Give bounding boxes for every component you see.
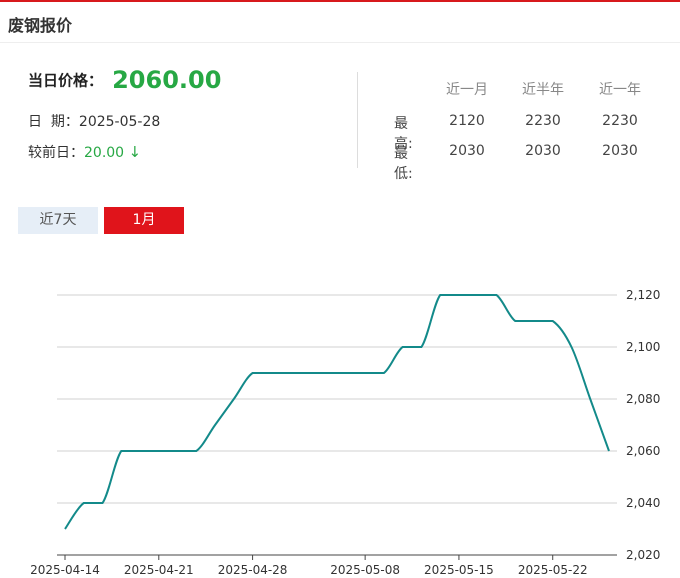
y-tick-label: 2,120	[626, 288, 660, 302]
data-point[interactable]	[474, 291, 482, 299]
diff-value: 20.00	[84, 145, 125, 161]
data-point[interactable]	[324, 369, 332, 377]
data-point[interactable]	[605, 447, 613, 455]
x-tick-label: 2025-05-08	[330, 563, 400, 577]
data-point[interactable]	[230, 395, 238, 403]
stats-high-year: 2230	[602, 113, 638, 129]
data-point[interactable]	[136, 447, 144, 455]
data-point[interactable]	[492, 291, 500, 299]
diff-line: 较前日：20.00 ↓	[28, 142, 141, 162]
stats-high-halfyear: 2230	[525, 113, 561, 129]
x-tick-label: 2025-04-21	[124, 563, 194, 577]
stats-header-halfyear: 近半年	[522, 82, 564, 98]
x-tick-label: 2025-05-22	[518, 563, 588, 577]
data-point[interactable]	[249, 369, 257, 377]
stats-low-year: 2030	[602, 143, 638, 159]
data-point[interactable]	[342, 369, 350, 377]
down-arrow-icon: ↓	[128, 143, 142, 161]
data-point[interactable]	[549, 317, 557, 325]
date-label: 日 期：	[28, 114, 79, 130]
data-point[interactable]	[99, 499, 107, 507]
data-point[interactable]	[211, 421, 219, 429]
panel-header: 废钢报价	[0, 2, 680, 43]
data-point[interactable]	[455, 291, 463, 299]
x-tick-label: 2025-04-14	[30, 563, 100, 577]
data-point[interactable]	[267, 369, 275, 377]
stats-header-month: 近一月	[446, 82, 488, 98]
data-point[interactable]	[511, 317, 519, 325]
data-point[interactable]	[417, 343, 425, 351]
data-point[interactable]	[530, 317, 538, 325]
panel-title: 废钢报价	[8, 16, 73, 35]
x-tick-label: 2025-04-28	[218, 563, 288, 577]
date-value: 2025-05-28	[78, 114, 161, 130]
data-point[interactable]	[305, 369, 313, 377]
stats-low-month: 2030	[449, 143, 485, 159]
data-point[interactable]	[117, 447, 125, 455]
price-series-line	[64, 294, 610, 530]
stats-header-year: 近一年	[599, 82, 641, 98]
data-point[interactable]	[192, 447, 200, 455]
data-point[interactable]	[586, 395, 594, 403]
data-point[interactable]	[61, 525, 69, 533]
data-point[interactable]	[380, 369, 388, 377]
vertical-divider	[357, 72, 358, 168]
data-point[interactable]	[174, 447, 182, 455]
stats-high-month: 2120	[449, 113, 485, 129]
diff-label: 较前日：	[28, 145, 84, 161]
data-point[interactable]	[567, 343, 575, 351]
y-tick-label: 2,040	[626, 496, 660, 510]
data-point[interactable]	[286, 369, 294, 377]
data-point[interactable]	[155, 447, 163, 455]
stats-row-low-label: 最低:	[394, 146, 413, 182]
today-price-label: 当日价格：	[28, 71, 104, 90]
x-tick-label: 2025-05-15	[424, 563, 494, 577]
data-point[interactable]	[361, 369, 369, 377]
data-point[interactable]	[436, 291, 444, 299]
today-price-block: 当日价格： 2060.00	[28, 66, 221, 94]
price-line-chart: 2,020 2,040 2,060 2,080 2,100 2,120 2025-04-14…	[30, 288, 660, 577]
y-tick-label: 2,100	[626, 340, 660, 354]
tab-7-days[interactable]: 近7天	[18, 207, 98, 234]
data-point[interactable]	[399, 343, 407, 351]
stats-low-halfyear: 2030	[525, 143, 561, 159]
tab-1-month[interactable]: 1月	[104, 207, 184, 234]
y-tick-label: 2,020	[626, 548, 660, 562]
y-tick-label: 2,060	[626, 444, 660, 458]
date-line: 日 期：2025-05-28	[28, 111, 160, 131]
y-tick-label: 2,080	[626, 392, 660, 406]
data-point[interactable]	[80, 499, 88, 507]
today-price-value: 2060.00	[112, 66, 222, 94]
